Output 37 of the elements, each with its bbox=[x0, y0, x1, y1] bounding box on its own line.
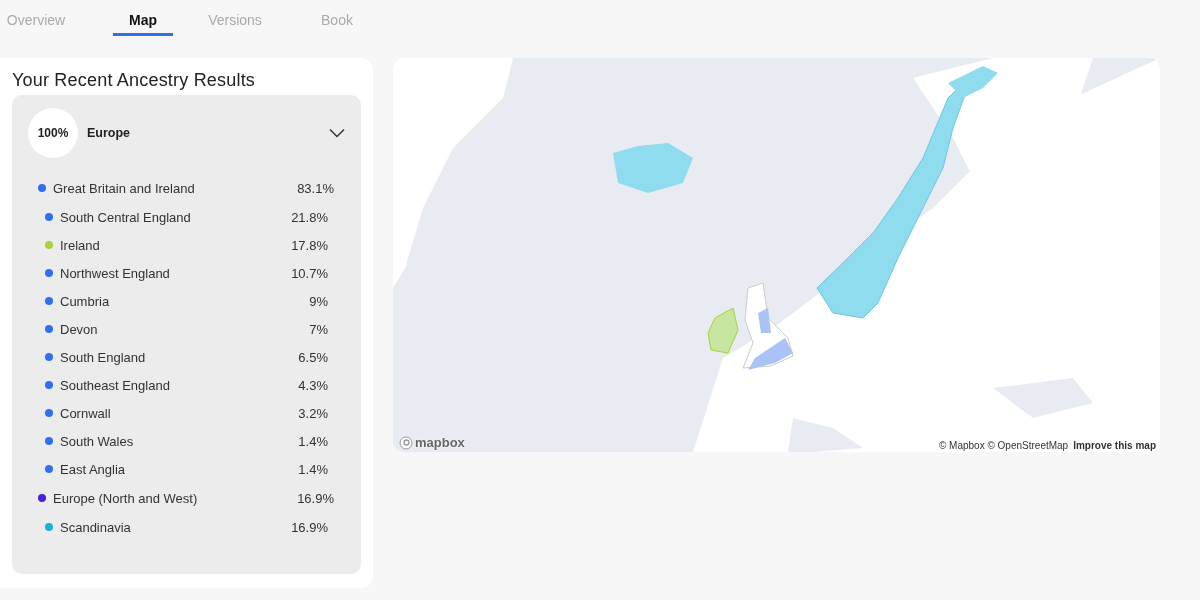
percentage: 16.9% bbox=[297, 490, 334, 506]
percentage: 16.9% bbox=[291, 519, 328, 535]
percentage: 1.4% bbox=[298, 461, 328, 477]
logo-icon bbox=[399, 435, 413, 450]
subregion-name: Cumbria bbox=[60, 293, 111, 309]
percent-badge: 100% bbox=[28, 108, 78, 158]
subregion-name: Southeast England bbox=[60, 377, 171, 393]
region-header[interactable]: 100% Europe bbox=[12, 99, 361, 167]
region-name: Europe bbox=[87, 126, 132, 140]
group-name: Europe (North and West) bbox=[53, 490, 199, 506]
percentage: 10.7% bbox=[291, 265, 328, 281]
logo-text: mapbox bbox=[415, 435, 465, 450]
subregion-name: Scandinavia bbox=[60, 519, 132, 535]
percentage: 7% bbox=[309, 321, 328, 337]
percentage: 4.3% bbox=[298, 377, 328, 393]
improve-map-link[interactable]: Improve this map bbox=[1073, 440, 1156, 451]
subregion-name: Cornwall bbox=[60, 405, 112, 421]
percentage: 1.4% bbox=[298, 433, 328, 449]
section-title: Your Recent Ancestry Results bbox=[12, 70, 257, 91]
subregion-name: Northwest England bbox=[60, 265, 171, 281]
map-logo[interactable]: mapbox bbox=[399, 435, 465, 450]
subregion-name: East Anglia bbox=[60, 461, 127, 477]
percentage: 83.1% bbox=[297, 180, 334, 196]
subregion-name: Devon bbox=[60, 321, 99, 337]
percentage: 21.8% bbox=[291, 209, 328, 225]
map-attribution: © Mapbox © OpenStreetMap bbox=[938, 440, 1069, 451]
chevron-down-icon[interactable] bbox=[329, 128, 345, 138]
percentage: 3.2% bbox=[298, 405, 328, 421]
subregion-name: South Central England bbox=[60, 209, 192, 225]
percentage: 9% bbox=[309, 293, 328, 309]
subregion-name: South England bbox=[60, 349, 147, 365]
subregion-name: Ireland bbox=[60, 237, 101, 253]
tab[interactable]: Map bbox=[113, 0, 173, 36]
subregion-name: South Wales bbox=[60, 433, 135, 449]
percentage: 6.5% bbox=[298, 349, 328, 365]
percentage: 17.8% bbox=[291, 237, 328, 253]
group-name: Great Britain and Ireland bbox=[53, 180, 196, 196]
